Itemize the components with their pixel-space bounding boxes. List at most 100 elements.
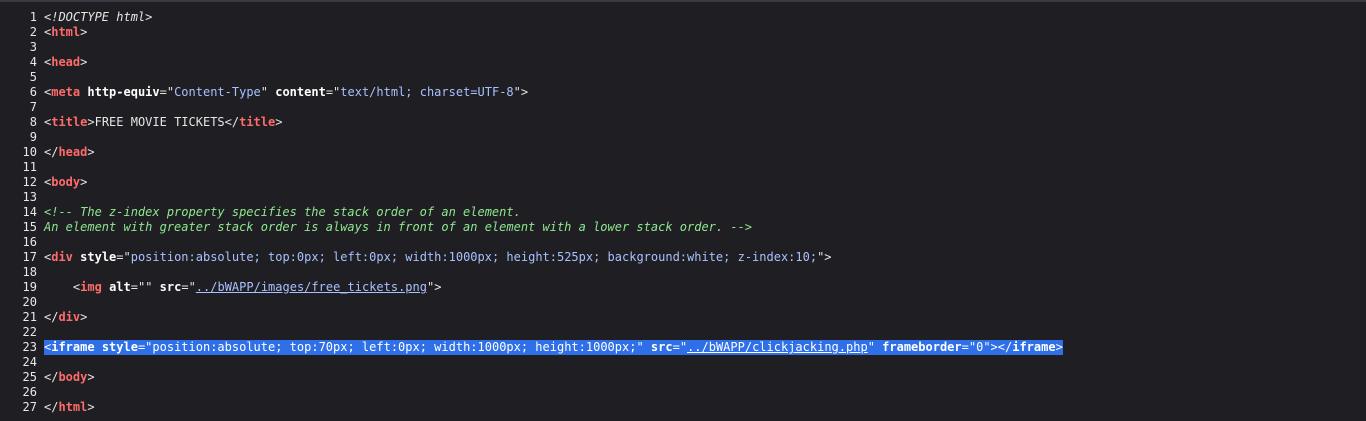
tag-name: iframe — [1012, 340, 1056, 354]
line-number: 5 — [29, 70, 37, 84]
code-line-17: 17 <div style="position:absolute; top:0p… — [0, 250, 1366, 265]
punct: > — [275, 115, 283, 129]
punct — [95, 340, 102, 354]
attr-name: content — [275, 85, 326, 99]
code-line-14: 14 <!-- The z-index property specifies t… — [0, 205, 1366, 220]
tag-name: div — [51, 250, 73, 264]
tag-name: img — [80, 280, 102, 294]
punct: =" — [159, 85, 175, 99]
line-number: 3 — [29, 40, 37, 54]
line-number: 2 — [29, 25, 37, 39]
line-number: 10 — [22, 145, 37, 159]
tag-name: head — [51, 55, 81, 69]
punct: > — [87, 400, 95, 414]
code-line-26: 26 — [0, 385, 1366, 400]
code-line-2: 2 <html> — [0, 25, 1366, 40]
punct: =" — [137, 340, 153, 354]
punct: </ — [224, 115, 240, 129]
line-number: 24 — [22, 355, 37, 369]
line-number: 13 — [22, 190, 37, 204]
tag-name: body — [51, 175, 81, 189]
doctype-declaration: <!DOCTYPE html> — [44, 10, 153, 24]
punct: " — [636, 340, 651, 354]
code-line-6: 6 <meta http-equiv="Content-Type" conten… — [0, 85, 1366, 100]
code-line-18: 18 — [0, 265, 1366, 280]
line-number: 16 — [22, 235, 37, 249]
attr-name: src — [159, 280, 182, 294]
tag-name: head — [58, 145, 88, 159]
punct: > — [87, 145, 95, 159]
line-number: 21 — [22, 310, 37, 324]
html-comment: An element with greater stack order is a… — [44, 220, 753, 234]
line-number: 23 — [22, 340, 37, 354]
punct: </ — [44, 145, 59, 159]
code-line-9: 9 — [0, 130, 1366, 145]
line-number: 7 — [29, 100, 37, 114]
punct: > — [87, 370, 95, 384]
tag-name: title — [239, 115, 276, 129]
punct: =" — [325, 85, 341, 99]
punct — [102, 280, 109, 294]
line-number: 11 — [22, 160, 37, 174]
attr-value: position:absolute; top:70px; left:0px; w… — [152, 340, 637, 354]
tag-name: meta — [51, 85, 81, 99]
line-number: 22 — [22, 325, 37, 339]
punct: > — [87, 115, 95, 129]
punct: "> — [513, 85, 529, 99]
line-number: 15 — [22, 220, 37, 234]
source-code-viewer: 1 <!DOCTYPE html> 2 <html> 3 4 <head> 5 … — [0, 0, 1366, 421]
code-line-27: 27 </html> — [0, 400, 1366, 415]
attr-name: style — [80, 250, 117, 264]
punct: </ — [44, 370, 59, 384]
attr-value: position:absolute; top:0px; left:0px; wi… — [130, 250, 818, 264]
line-number: 25 — [22, 370, 37, 384]
tag-name: div — [58, 310, 81, 324]
code-line-5: 5 — [0, 70, 1366, 85]
tag-name: html — [58, 400, 88, 414]
punct: > — [1055, 340, 1063, 354]
code-line-19: 19 <img alt="" src="../bWAPP/images/free… — [0, 280, 1366, 295]
code-line-4: 4 <head> — [0, 55, 1366, 70]
code-line-24: 24 — [0, 355, 1366, 370]
selected-text[interactable]: <iframe style="position:absolute; top:70… — [44, 340, 1063, 355]
code-line-8: 8 <title>FREE MOVIE TICKETS</title> — [0, 115, 1366, 130]
line-number: 9 — [29, 130, 37, 144]
code-line-13: 13 — [0, 190, 1366, 205]
punct: "></ — [983, 340, 1013, 354]
src-link[interactable]: ../bWAPP/images/free_tickets.png — [196, 280, 427, 294]
punct: ="" — [130, 280, 160, 294]
code-line-12: 12 <body> — [0, 175, 1366, 190]
attr-name: http-equiv — [87, 85, 160, 99]
src-link[interactable]: ../bWAPP/clickjacking.php — [687, 340, 868, 354]
punct: =" — [116, 250, 131, 264]
line-number: 26 — [22, 385, 37, 399]
line-number: 20 — [22, 295, 37, 309]
tag-name: title — [51, 115, 88, 129]
code-line-7: 7 — [0, 100, 1366, 115]
punct: "> — [426, 280, 442, 294]
punct: > — [80, 55, 88, 69]
line-number: 8 — [29, 115, 37, 129]
punct: "> — [817, 250, 832, 264]
tag-name: html — [51, 25, 81, 39]
attr-value: Content-Type — [174, 85, 261, 99]
code-line-25: 25 </body> — [0, 370, 1366, 385]
punct: " — [867, 340, 883, 354]
title-text: FREE MOVIE TICKETS — [94, 115, 225, 129]
attr-name: style — [101, 340, 138, 354]
line-number: 27 — [22, 400, 37, 414]
html-comment: <!-- The z-index property specifies the … — [44, 205, 521, 219]
tag-name: iframe — [51, 340, 95, 354]
code-line-11: 11 — [0, 160, 1366, 175]
attr-name: src — [650, 340, 673, 354]
punct: </ — [44, 400, 59, 414]
line-number: 19 — [22, 280, 37, 294]
code-line-22: 22 — [0, 325, 1366, 340]
line-number: 1 — [29, 10, 37, 24]
code-line-1: 1 <!DOCTYPE html> — [0, 10, 1366, 25]
line-number: 18 — [22, 265, 37, 279]
code-line-20: 20 — [0, 295, 1366, 310]
attr-name: frameborder — [882, 340, 962, 354]
tag-name: body — [58, 370, 88, 384]
